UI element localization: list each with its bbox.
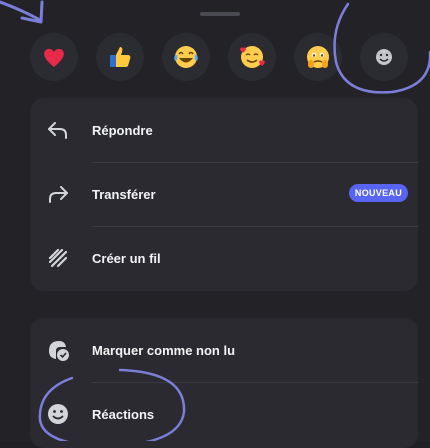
reaction-heart-button[interactable] [30, 33, 78, 81]
smiling-face-with-hearts-icon [237, 42, 267, 72]
reactions-icon [44, 400, 72, 428]
heart-icon [40, 43, 68, 71]
menu-item-reactions[interactable]: Réactions [30, 382, 418, 446]
reaction-tears-of-joy-button[interactable] [162, 33, 210, 81]
annotation-arrow [0, 2, 40, 20]
thread-icon [44, 244, 72, 272]
add-reaction-button[interactable] [360, 33, 408, 81]
menu-item-label: Répondre [92, 123, 153, 138]
menu-item-label: Transférer [92, 187, 156, 202]
menu-item-create-thread[interactable]: Créer un fil [30, 226, 418, 290]
menu-item-label: Réactions [92, 407, 154, 422]
reaction-thumbs-up-button[interactable] [96, 33, 144, 81]
annotation-arrowhead [22, 2, 42, 22]
drag-handle[interactable] [200, 12, 240, 16]
face-holding-back-tears-icon [303, 42, 333, 72]
reply-icon [44, 116, 72, 144]
reaction-bar [30, 33, 425, 81]
secondary-actions-card: Marquer comme non lu Réactions [30, 318, 418, 448]
menu-item-label: Marquer comme non lu [92, 343, 235, 358]
new-badge: NOUVEAU [349, 184, 408, 202]
thumbs-up-icon [106, 43, 134, 71]
menu-item-forward[interactable]: Transférer NOUVEAU [30, 162, 418, 226]
menu-item-mark-unread[interactable]: Marquer comme non lu [30, 318, 418, 382]
mark-unread-icon [44, 336, 72, 364]
add-reaction-icon [372, 45, 396, 69]
reaction-hearts-face-button[interactable] [228, 33, 276, 81]
menu-item-label: Créer un fil [92, 251, 161, 266]
forward-icon [44, 180, 72, 208]
reaction-holding-tears-button[interactable] [294, 33, 342, 81]
tears-of-joy-icon [171, 42, 201, 72]
action-sheet: Répondre Transférer NOUVEAU Créer un fil [0, 0, 430, 441]
menu-item-reply[interactable]: Répondre [30, 98, 418, 162]
primary-actions-card: Répondre Transférer NOUVEAU Créer un fil [30, 98, 418, 291]
